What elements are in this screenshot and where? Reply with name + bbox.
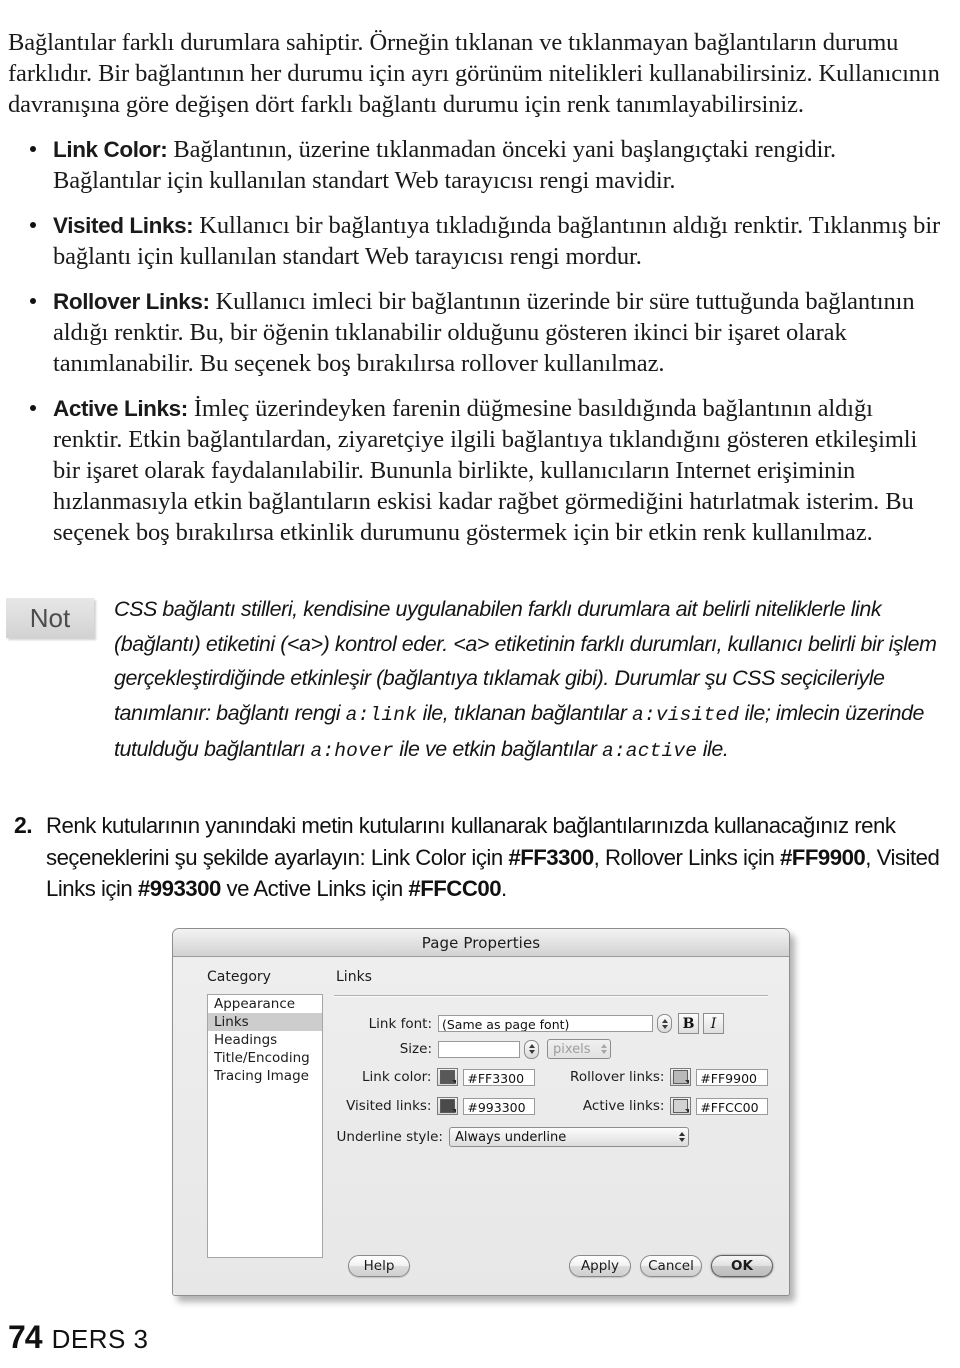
step-text-part-4: ve Active Links için xyxy=(220,876,409,901)
visited-links-row: Visited links: #993300 Active links: #FF… xyxy=(336,1097,768,1115)
category-label: Category xyxy=(207,969,271,985)
page-footer: 74 DERS 3 xyxy=(8,1319,149,1356)
note-code-a-link: a:link xyxy=(345,703,418,726)
note-text-part-4: ile ve etkin bağlantılar xyxy=(393,737,602,761)
chevron-up-icon xyxy=(528,1044,535,1048)
note-badge: Not xyxy=(6,598,94,638)
page-footer-label: DERS 3 xyxy=(51,1324,149,1354)
chevron-down-icon xyxy=(452,1109,457,1113)
category-item-headings[interactable]: Headings xyxy=(208,1031,322,1049)
visited-links-label: Visited links: xyxy=(346,1098,432,1114)
book-page: Bağlantılar farklı durumlara sahiptir. Ö… xyxy=(0,0,960,1368)
chevron-down-icon xyxy=(452,1080,457,1084)
list-item-term: Active Links: xyxy=(53,396,188,421)
bullet-dot-icon xyxy=(30,222,36,228)
visited-links-swatch[interactable] xyxy=(437,1097,459,1115)
note-text-part-2: ile, tıklanan bağlantılar xyxy=(417,700,633,725)
category-item-tracing-image[interactable]: Tracing Image xyxy=(208,1067,322,1085)
note-text: CSS bağlantı stilleri, kendisine uygulan… xyxy=(114,592,946,769)
bullet-dot-icon xyxy=(30,405,36,411)
pane-divider xyxy=(334,995,768,997)
numbered-step: 2. Renk kutularının yanındaki metin kutul… xyxy=(8,810,960,905)
active-links-swatch[interactable] xyxy=(670,1097,692,1115)
list-item-term: Rollover Links: xyxy=(53,289,210,314)
underline-style-row: Underline style: Always underline xyxy=(336,1127,768,1147)
link-color-input[interactable]: #FF3300 xyxy=(463,1068,536,1086)
note-text-part-5: ile. xyxy=(697,737,729,761)
dialog-title: Page Properties xyxy=(421,933,541,952)
apply-button[interactable]: Apply xyxy=(569,1255,631,1277)
link-font-input[interactable]: (Same as page font) xyxy=(438,1015,653,1032)
dialog-body: Category Appearance Links Headings Title… xyxy=(173,957,789,1295)
size-stepper[interactable] xyxy=(524,1039,539,1059)
pane-title: Links xyxy=(336,969,372,985)
bold-button[interactable]: B xyxy=(678,1013,699,1034)
size-units-select[interactable]: pixels xyxy=(547,1039,611,1059)
chevron-down-icon xyxy=(528,1050,535,1054)
help-button[interactable]: Help xyxy=(348,1255,410,1277)
bullet-dot-icon xyxy=(30,146,36,152)
visited-links-input[interactable]: #993300 xyxy=(463,1097,536,1115)
list-item: Visited Links: Kullanıcı bir bağlantıya … xyxy=(8,210,944,272)
cancel-button[interactable]: Cancel xyxy=(640,1255,702,1277)
link-color-row: Link color: #FF3300 Rollover links: #FF9… xyxy=(336,1068,768,1086)
chevron-down-icon xyxy=(685,1109,690,1113)
step-color-active: #FFCC00 xyxy=(408,876,502,901)
underline-style-value: Always underline xyxy=(455,1129,567,1145)
note-code-a-visited: a:visited xyxy=(632,703,740,726)
link-color-swatch[interactable] xyxy=(437,1068,459,1086)
list-item-term: Visited Links: xyxy=(53,213,194,238)
bullet-dot-icon xyxy=(30,298,36,304)
page-properties-screenshot: Page Properties Category Appearance Link… xyxy=(172,928,790,1296)
step-color-rollover: #FF9900 xyxy=(779,844,866,870)
ok-button[interactable]: OK xyxy=(711,1255,773,1277)
intro-paragraph: Bağlantılar farklı durumlara sahiptir. Ö… xyxy=(8,28,940,118)
list-item-term: Link Color: xyxy=(53,137,168,162)
category-item-title-encoding[interactable]: Title/Encoding xyxy=(208,1049,322,1067)
list-item: Rollover Links: Kullanıcı imleci bir bağ… xyxy=(8,286,944,379)
note-code-a-hover: a:hover xyxy=(310,740,394,762)
list-item: Active Links: İmleç üzerindeyken farenin… xyxy=(8,393,944,548)
chevron-up-down-icon xyxy=(679,1132,685,1142)
underline-style-label: Underline style: xyxy=(336,1129,443,1145)
rollover-links-swatch[interactable] xyxy=(670,1068,692,1086)
link-font-stepper[interactable] xyxy=(657,1014,672,1033)
list-item-text: Bağlantının, üzerine tıklanmadan önceki … xyxy=(53,136,837,194)
step-text-part-5: . xyxy=(501,876,507,901)
note-callout: Not CSS bağlantı stilleri, kendisine uyg… xyxy=(4,592,956,769)
size-units-value: pixels xyxy=(553,1041,591,1057)
dialog-titlebar: Page Properties xyxy=(173,929,789,957)
category-list[interactable]: Appearance Links Headings Title/Encoding… xyxy=(207,994,323,1258)
active-links-label: Active links: xyxy=(582,1098,665,1114)
step-text-part-2: , Rollover Links için xyxy=(593,844,780,870)
link-color-label: Link color: xyxy=(361,1069,432,1085)
step-color-link: #FF3300 xyxy=(508,844,594,870)
help-button-wrap: Help xyxy=(348,1255,410,1277)
category-item-appearance[interactable]: Appearance xyxy=(208,995,322,1013)
rollover-links-input[interactable]: #FF9900 xyxy=(696,1068,768,1086)
step-number: 2. xyxy=(14,812,33,838)
chevron-up-down-icon xyxy=(601,1044,607,1054)
size-row: Size: pixels xyxy=(336,1039,768,1059)
link-font-label: Link font: xyxy=(368,1015,432,1032)
link-states-list: Link Color: Bağlantının, üzerine tıklanm… xyxy=(8,134,944,562)
list-item: Link Color: Bağlantının, üzerine tıklanm… xyxy=(8,134,944,196)
dialog-action-buttons: Apply Cancel OK xyxy=(569,1255,773,1277)
size-label: Size: xyxy=(399,1041,432,1057)
active-links-input[interactable]: #FFCC00 xyxy=(696,1097,768,1115)
underline-style-select[interactable]: Always underline xyxy=(449,1127,689,1147)
size-input[interactable] xyxy=(438,1040,520,1058)
chevron-up-icon xyxy=(661,1018,668,1023)
step-color-visited: #993300 xyxy=(137,876,221,901)
page-properties-dialog: Page Properties Category Appearance Link… xyxy=(172,928,790,1296)
italic-button[interactable]: I xyxy=(703,1013,724,1034)
chevron-down-icon xyxy=(685,1080,690,1084)
page-number: 74 xyxy=(8,1319,43,1355)
link-font-row: Link font: (Same as page font) B I xyxy=(336,1013,768,1034)
rollover-links-label: Rollover links: xyxy=(570,1069,665,1085)
note-code-a-active: a:active xyxy=(601,740,698,762)
category-item-links[interactable]: Links xyxy=(208,1013,322,1031)
chevron-down-icon xyxy=(661,1024,668,1029)
